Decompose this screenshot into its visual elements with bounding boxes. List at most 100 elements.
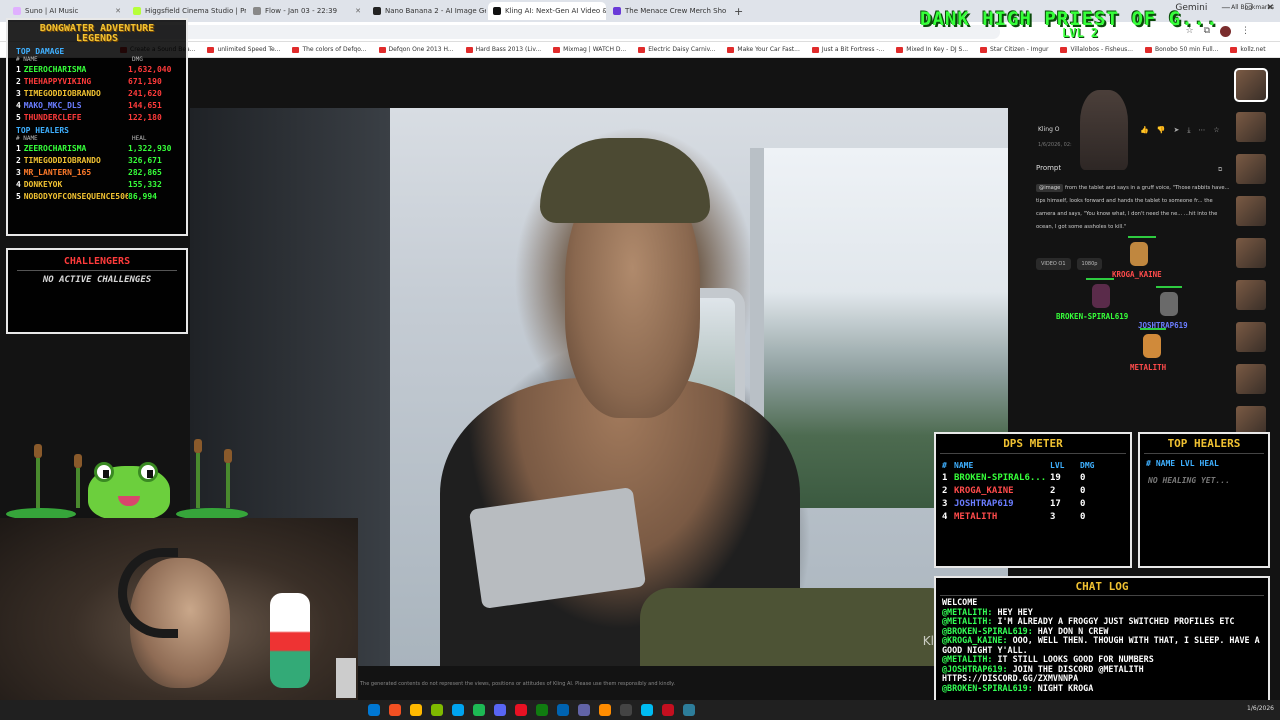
kling-model-title: Kling O: [1038, 126, 1060, 133]
frog-mouth: [118, 496, 140, 506]
heal-header: # NAME HEAL: [8, 135, 186, 142]
taskbar-app-icon[interactable]: [494, 704, 506, 716]
new-tab-button[interactable]: +: [728, 5, 749, 18]
disclaimer: The generated contents do not represent …: [360, 681, 675, 687]
taskbar-app-icon[interactable]: [536, 704, 548, 716]
thumbnail[interactable]: [1236, 154, 1266, 184]
bookmark-item[interactable]: Hard Bass 2013 (Liv...: [465, 46, 541, 53]
kling-date: 1/6/2026, 02:: [1038, 142, 1072, 148]
bookmark-label: Defqon One 2013 H...: [388, 46, 454, 53]
taskbar-app-icon[interactable]: [389, 704, 401, 716]
like-icon[interactable]: 👍: [1140, 126, 1149, 135]
browser-tab[interactable]: Nano Banana 2 - AI Image Gen✕: [368, 2, 486, 20]
share-icon[interactable]: ➤: [1173, 126, 1179, 135]
thumbnail[interactable]: [1236, 196, 1266, 226]
kling-watermark: Kl: [922, 634, 934, 648]
bookmark-item[interactable]: Make Your Car Fast...: [727, 46, 800, 53]
bookmark-label: Make Your Car Fast...: [737, 46, 800, 53]
damage-row: 4 MAKO_MKC_DLS 144,651: [8, 99, 186, 111]
avatar[interactable]: [1220, 26, 1231, 37]
taskbar-app-icon[interactable]: [641, 704, 653, 716]
taskbar-app-icon[interactable]: [410, 704, 422, 716]
tab-label: Nano Banana 2 - AI Image Gen: [385, 7, 486, 15]
bookmark-item[interactable]: Just a Bit Fortress -...: [811, 46, 884, 53]
top-healers-heading: TOP HEALERS: [16, 126, 69, 135]
thumbnail[interactable]: [1234, 68, 1268, 102]
dps-header-rank: #: [942, 460, 947, 470]
chat-user: @METALITH:: [942, 606, 993, 617]
dps-lvl: 17: [1050, 498, 1061, 509]
bookmark-label: The colors of Defqo...: [302, 46, 367, 53]
cup: [336, 658, 356, 698]
party-sprite-icon: [1143, 334, 1161, 358]
taskbar-app-icon[interactable]: [515, 704, 527, 716]
player-name: ZEEROCHARISMA: [23, 64, 87, 74]
prompt-label: Prompt: [1036, 164, 1062, 172]
bookmark-favicon-icon: [1060, 46, 1068, 53]
chat-user: @BROKEN-SPIRAL619:: [942, 682, 1033, 693]
thumbnail[interactable]: [1236, 364, 1266, 394]
tab-favicon-icon: [133, 7, 141, 15]
thumbnail[interactable]: [1236, 280, 1266, 310]
bookmark-item[interactable]: Mixed In Key - DJ S...: [896, 46, 968, 53]
taskbar: [0, 700, 1280, 720]
bookmark-item[interactable]: The colors of Defqo...: [292, 46, 367, 53]
dps-header: # NAME LVL DMG: [936, 459, 1130, 471]
more-icon[interactable]: ⋯: [1198, 126, 1205, 135]
bookmark-item[interactable]: Bonobo 50 min Full...: [1144, 46, 1218, 53]
taskbar-app-icon[interactable]: [599, 704, 611, 716]
taskbar-app-icon[interactable]: [557, 704, 569, 716]
taskbar-app-icon[interactable]: [578, 704, 590, 716]
tab-label: Higgsfield Cinema Studio | Pro: [145, 7, 246, 15]
damage-row: 1 ZEEROCHARISMA 1,632,040: [8, 63, 186, 75]
taskbar-app-icon[interactable]: [620, 704, 632, 716]
browser-tab[interactable]: The Menace Crew Merch Shop✕: [608, 2, 726, 20]
thumbnail[interactable]: [1236, 112, 1266, 142]
chat-text: HEY HEY: [992, 606, 1033, 617]
copy-icon[interactable]: ⧉: [1218, 166, 1222, 174]
tag-resolution: 1080p: [1076, 258, 1103, 270]
thumbnail[interactable]: [1236, 322, 1266, 352]
heal-row: 2 TIMEGODDIOBRANDO 326,671: [8, 154, 186, 166]
chat-text: WELCOME: [942, 597, 978, 607]
browser-tab[interactable]: Flow - Jan 03 - 22:39 ✕: [248, 2, 366, 20]
challengers-overlay: CHALLENGERS NO ACTIVE CHALLENGES: [6, 248, 188, 334]
dps-lvl: 19: [1050, 472, 1061, 483]
menu-icon[interactable]: ⋮: [1241, 26, 1250, 37]
player-value: 1,322,930: [128, 143, 172, 153]
tab-close-icon[interactable]: ✕: [355, 7, 361, 15]
bookmark-item[interactable]: Star Citizen - Imgur: [980, 46, 1048, 53]
browser-tab[interactable]: Kling AI: Next-Gen AI Video &✕: [488, 2, 606, 20]
chat-title: CHAT LOG: [1075, 580, 1129, 593]
bookmark-item[interactable]: Mixmag | WATCH D...: [553, 46, 626, 53]
heal-row: 5 NOBODYOFCONSEQUENCE5068 86,994: [8, 190, 186, 202]
thumbnail[interactable]: [1236, 238, 1266, 268]
bookmark-item[interactable]: kollz.net: [1230, 46, 1266, 53]
party-sprite-icon: [1130, 242, 1148, 266]
chat-messages: WELCOME @METALITH: HEY HEY @METALITH: I'M …: [936, 597, 1268, 693]
taskbar-app-icon[interactable]: [473, 704, 485, 716]
dps-list: 1 BROKEN-SPIRAL6... 19 0 2 KROGA_KAINE 2 0 3 JOSH…: [936, 471, 1130, 523]
tab-close-icon[interactable]: ✕: [115, 7, 121, 15]
hp-bar: [1156, 286, 1182, 288]
taskbar-app-icon[interactable]: [368, 704, 380, 716]
chat-user: @KROGA_KAINE:: [942, 635, 1008, 645]
download-icon[interactable]: ⤓: [1187, 126, 1190, 135]
dislike-icon[interactable]: 👎: [1157, 126, 1166, 135]
taskbar-app-icon[interactable]: [683, 704, 695, 716]
taskbar-app-icon[interactable]: [431, 704, 443, 716]
favorite-icon[interactable]: ☆: [1213, 126, 1219, 135]
bookmark-item[interactable]: Electric Daisy Carniv...: [638, 46, 715, 53]
bookmark-item[interactable]: Defqon One 2013 H...: [378, 46, 454, 53]
dps-header-name: NAME: [954, 460, 974, 470]
all-bookmarks[interactable]: All Bookmarks: [1231, 4, 1274, 11]
bookmark-item[interactable]: unlimited Speed Te...: [207, 46, 280, 53]
taskbar-app-icon[interactable]: [452, 704, 464, 716]
dps-name: METALITH: [954, 511, 998, 522]
url-field[interactable]: [120, 25, 1000, 39]
frog-eye: [94, 462, 114, 482]
bookmark-item[interactable]: Villalobos - Fisheus...: [1060, 46, 1133, 53]
minimize-icon[interactable]: —: [1221, 3, 1230, 13]
healers-title: TOP HEALERS: [1167, 437, 1241, 450]
taskbar-app-icon[interactable]: [662, 704, 674, 716]
